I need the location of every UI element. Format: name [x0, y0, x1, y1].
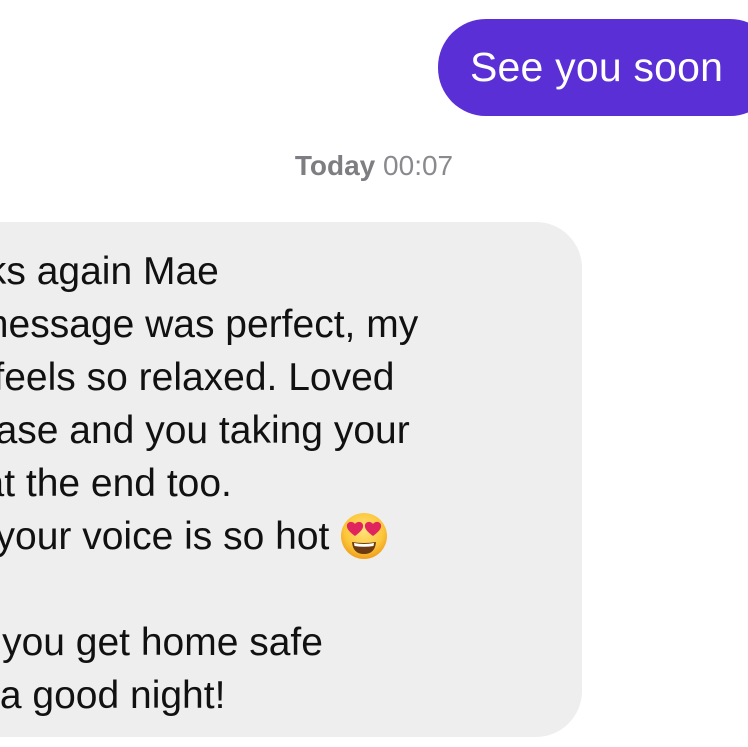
incoming-message-line: Have a good night!	[0, 674, 226, 717]
heart-eyes-emoji-icon	[341, 512, 388, 559]
incoming-message-bubble[interactable]: Thanks again Mae The message was perfect…	[0, 222, 582, 737]
incoming-message-line: Thanks again Mae	[0, 250, 219, 293]
incoming-message-line: the tease and you taking your	[0, 409, 410, 452]
incoming-message-line: body feels so relaxed. Loved	[0, 356, 395, 399]
timestamp-day: Today	[294, 150, 376, 181]
outgoing-message-text: See you soon	[470, 44, 724, 90]
message-timestamp: Today 00:07	[0, 150, 748, 182]
incoming-message-line: Also, your voice is so hot	[0, 511, 389, 563]
incoming-message-line: time at the end too.	[0, 462, 232, 505]
outgoing-message-bubble[interactable]: See you soon	[438, 19, 748, 116]
incoming-message-line: Hope you get home safe	[0, 621, 323, 664]
timestamp-time: 00:07	[383, 150, 454, 181]
message-thread: See you soon Today 00:07 Thanks again Ma…	[0, 0, 748, 747]
incoming-message-line: The message was perfect, my	[0, 303, 419, 346]
